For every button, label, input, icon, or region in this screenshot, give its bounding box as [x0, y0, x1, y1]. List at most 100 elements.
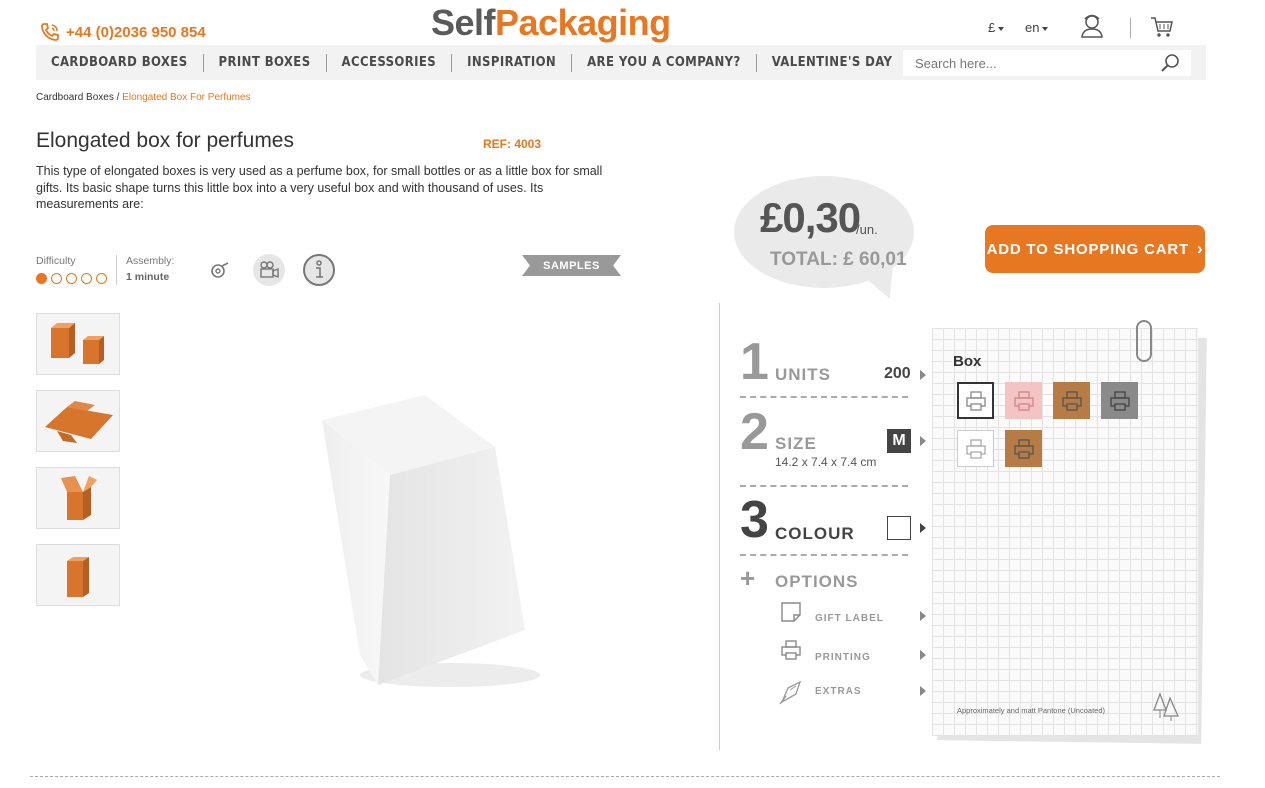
- difficulty-label: Difficulty: [36, 255, 76, 267]
- swatch-row-1: [957, 382, 1138, 419]
- chevron-right-icon[interactable]: [920, 650, 926, 660]
- nav-item-company[interactable]: ARE YOU A COMPANY?: [572, 53, 757, 72]
- step-divider: [740, 554, 908, 556]
- main-product-image: [320, 395, 540, 700]
- breadcrumb-separator: /: [116, 92, 120, 103]
- unfolded-box-thumbnail: [45, 401, 113, 443]
- step-number-size: 2: [740, 403, 769, 461]
- chevron-right-icon[interactable]: [920, 611, 926, 621]
- chevron-right-icon: ›: [1196, 239, 1204, 258]
- user-icon: [1081, 14, 1103, 38]
- breadcrumb-current: Elongated Box For Perfumes: [122, 92, 251, 103]
- size-badge[interactable]: M: [887, 429, 911, 453]
- extras-icon: [778, 678, 804, 711]
- option-extras[interactable]: EXTRAS: [815, 686, 862, 697]
- difficulty-dot: [66, 273, 77, 284]
- search-icon: [1161, 54, 1179, 72]
- step-number-units: 1: [740, 333, 769, 391]
- video-button[interactable]: [253, 254, 285, 286]
- size-dimensions: 14.2 x 7.4 x 7.4 cm: [775, 455, 877, 469]
- nav-item-accessories[interactable]: ACCESSORIES: [327, 53, 453, 72]
- logo[interactable]: SelfPackaging: [431, 2, 671, 44]
- swatch-grey[interactable]: [1101, 382, 1138, 419]
- logo-part2: Packaging: [495, 2, 671, 43]
- chevron-right-icon[interactable]: [920, 436, 926, 446]
- eco-trees-icon: [1152, 690, 1180, 727]
- add-to-cart-label: ADD TO SHOPPING CART: [986, 240, 1189, 258]
- breadcrumb: Cardboard Boxes / Elongated Box For Perf…: [36, 92, 251, 103]
- breadcrumb-parent[interactable]: Cardboard Boxes: [36, 92, 114, 103]
- language-selector[interactable]: en: [1025, 20, 1049, 35]
- tape-icon: [211, 262, 229, 278]
- printer-icon: [965, 438, 986, 459]
- white-box-illustration: [322, 395, 540, 687]
- search-button[interactable]: [1160, 53, 1180, 78]
- swatch-kraft[interactable]: [1053, 382, 1090, 419]
- difficulty-dot: [96, 273, 107, 284]
- shopping-cart-button[interactable]: [1150, 15, 1174, 44]
- tape-button[interactable]: [203, 254, 235, 286]
- swatch-pink[interactable]: [1005, 382, 1042, 419]
- cart-icon: [1151, 17, 1173, 37]
- closed-box-thumbnail: [67, 557, 89, 597]
- gift-label-icon: [780, 601, 802, 628]
- difficulty-dot: [36, 273, 47, 284]
- difficulty-dot: [81, 273, 92, 284]
- thumbnail-1[interactable]: [36, 313, 120, 375]
- printer-icon: [1013, 390, 1034, 411]
- user-account-button[interactable]: [1080, 13, 1104, 44]
- chevron-right-icon[interactable]: [920, 686, 926, 696]
- thumbnail-3[interactable]: [36, 467, 120, 529]
- chevron-right-icon[interactable]: [920, 523, 926, 533]
- nav-item-inspiration[interactable]: INSPIRATION: [452, 53, 573, 72]
- product-ref: REF: 4003: [483, 137, 542, 151]
- search-input[interactable]: [903, 50, 1191, 76]
- assembly-label: Assembly:: [126, 255, 175, 267]
- chevron-down-icon: [998, 26, 1005, 31]
- step-label-size: SIZE: [775, 434, 817, 453]
- step-divider: [740, 396, 908, 398]
- currency-selector[interactable]: £: [988, 20, 1005, 35]
- chevron-right-icon[interactable]: [920, 370, 926, 380]
- info-button[interactable]: [303, 254, 335, 286]
- samples-button[interactable]: SAMPLES: [522, 255, 621, 276]
- difficulty-rating: [36, 273, 107, 284]
- printer-icon: [1013, 438, 1034, 459]
- box-photo-thumbnail: [51, 323, 104, 364]
- header-divider: [1130, 18, 1131, 38]
- phone-text: +44 (0)2036 950 854: [66, 23, 206, 41]
- nav-item-print-boxes[interactable]: PRINT BOXES: [204, 53, 327, 72]
- difficulty-dot: [51, 273, 62, 284]
- step-label-colour: COLOUR: [775, 524, 855, 543]
- thumbnail-2[interactable]: [36, 390, 120, 452]
- nav-item-valentines[interactable]: VALENTINE'S DAY: [757, 54, 908, 72]
- product-description: This type of elongated boxes is very use…: [36, 164, 603, 211]
- option-printing[interactable]: PRINTING: [815, 652, 871, 663]
- info-divider: [116, 255, 117, 285]
- video-camera-icon: [260, 261, 279, 279]
- swatch-row-2: [957, 430, 1042, 467]
- nav-item-cardboard-boxes[interactable]: CARDBOARD BOXES: [36, 53, 204, 72]
- currency-value: £: [988, 20, 996, 35]
- add-to-cart-button[interactable]: ADD TO SHOPPING CART ›: [985, 225, 1205, 273]
- colour-swatch-selected[interactable]: [887, 516, 911, 540]
- logo-part1: Self: [431, 2, 496, 43]
- open-box-thumbnail: [61, 476, 97, 520]
- phone-icon: [41, 23, 59, 41]
- option-gift-label[interactable]: GIFT LABEL: [815, 613, 884, 624]
- palette-title: Box: [953, 353, 982, 370]
- thumbnail-4[interactable]: [36, 544, 120, 606]
- info-icon: [316, 260, 323, 278]
- unit-price: £0,30: [760, 194, 861, 241]
- swatch-white-2[interactable]: [957, 430, 994, 467]
- step-number-colour: 3: [740, 491, 769, 549]
- units-value[interactable]: 200: [884, 365, 911, 383]
- phone-number[interactable]: +44 (0)2036 950 854: [40, 22, 206, 42]
- footer-divider: [30, 776, 1220, 777]
- printer-icon: [780, 639, 802, 666]
- swatch-kraft-2[interactable]: [1005, 430, 1042, 467]
- printer-icon: [965, 390, 986, 411]
- swatch-white[interactable]: [957, 382, 994, 419]
- total-price: TOTAL: £ 60,01: [770, 249, 907, 270]
- assembly-value: 1 minute: [126, 271, 170, 283]
